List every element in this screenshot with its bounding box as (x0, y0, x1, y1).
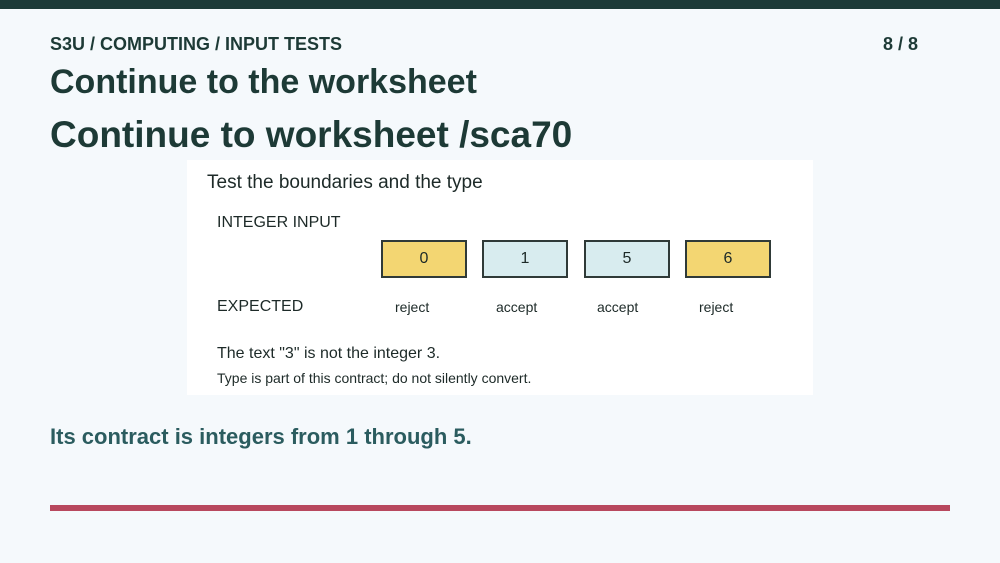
input-value-box: 0 (381, 240, 467, 278)
input-value-box: 6 (685, 240, 771, 278)
expected-value: accept (496, 299, 538, 315)
input-value-box: 5 (584, 240, 670, 278)
expected-value: reject (699, 299, 734, 315)
input-value-box: 1 (482, 240, 568, 278)
expected-value: reject (395, 299, 430, 315)
breadcrumb: S3U / COMPUTING / INPUT TESTS (50, 34, 343, 54)
expected-label: EXPECTED (217, 298, 304, 315)
test-card: Test the boundaries and the type INTEGER… (187, 160, 813, 395)
page-counter: 8 / 8 (882, 34, 918, 54)
type-contract-note: Type is part of this contract; do not si… (217, 370, 532, 386)
top-bar (0, 0, 1000, 9)
contract-statement: Its contract is integers from 1 through … (50, 424, 472, 449)
slide-title: Continue to the worksheet (50, 63, 477, 101)
card-heading: Test the boundaries and the type (207, 172, 483, 193)
slide-subtitle: Continue to worksheet /sca70 (50, 114, 573, 155)
type-note: The text "3" is not the integer 3. (217, 345, 441, 362)
expected-value: accept (597, 299, 639, 315)
bottom-rule (50, 505, 950, 511)
integer-input-label: INTEGER INPUT (217, 214, 341, 231)
